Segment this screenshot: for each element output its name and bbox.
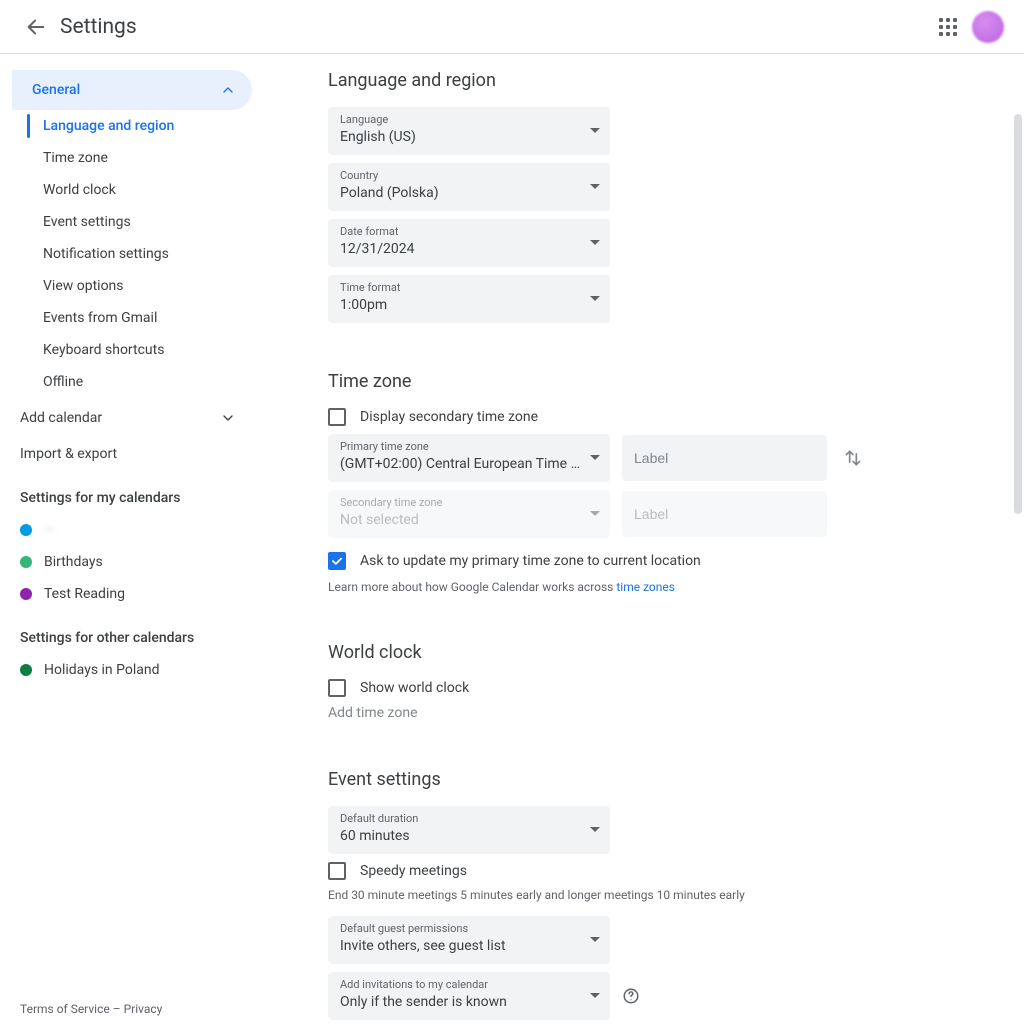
invitations-help-button[interactable] [622,987,640,1005]
event-settings-title: Event settings [328,769,984,790]
country-select[interactable]: Country Poland (Polska) [328,163,610,211]
ask-update-tz-label: Ask to update my primary time zone to cu… [360,553,701,569]
speedy-meetings-desc: End 30 minute meetings 5 minutes early a… [328,888,984,902]
chevron-up-icon [220,82,236,98]
checkbox-icon [328,862,346,880]
back-button[interactable] [16,7,56,47]
nav-world-clock[interactable]: World clock [3,174,264,206]
apps-launcher-button[interactable] [928,7,968,47]
guest-permissions-select[interactable]: Default guest permissions Invite others,… [328,916,610,964]
arrow-left-icon [25,16,47,38]
caret-down-icon [590,128,600,134]
speedy-meetings-label: Speedy meetings [360,863,467,879]
header-bar: Settings [0,0,1024,54]
add-calendar-toggle[interactable]: Add calendar [0,398,264,438]
settings-sidebar: General Language and region Time zone Wo… [0,54,264,1024]
calendar-dot-icon [20,556,32,568]
general-section-toggle[interactable]: General [12,70,252,110]
add-world-clock-tz: Add time zone [328,705,984,721]
calendar-item-birthdays[interactable]: Birthdays [0,546,264,578]
terms-link[interactable]: Terms of Service [20,1002,110,1016]
calendar-dot-icon [20,588,32,600]
calendar-name: Test Reading [44,586,125,602]
import-export-link[interactable]: Import & export [0,438,264,470]
nav-keyboard-shortcuts[interactable]: Keyboard shortcuts [3,334,264,366]
calendar-name: — [44,522,55,538]
tz-help-link[interactable]: time zones [616,580,675,594]
calendar-dot-icon [20,524,32,536]
caret-down-icon [590,937,600,943]
show-world-clock-label: Show world clock [360,680,469,696]
nav-language-region[interactable]: Language and region [3,110,264,142]
nav-view-options[interactable]: View options [3,270,264,302]
world-clock-title: World clock [328,642,984,663]
general-label: General [32,82,80,98]
secondary-tz-select: Secondary time zone Not selected [328,490,610,538]
checkbox-icon [328,552,346,570]
secondary-tz-label: Display secondary time zone [360,409,538,425]
checkbox-icon [328,408,346,426]
primary-tz-select[interactable]: Primary time zone (GMT+02:00) Central Eu… [328,434,610,482]
nav-time-zone[interactable]: Time zone [3,142,264,174]
time-format-select[interactable]: Time format 1:00pm [328,275,610,323]
ask-update-tz-checkbox-row[interactable]: Ask to update my primary time zone to cu… [328,552,984,570]
add-invitations-select[interactable]: Add invitations to my calendar Only if t… [328,972,610,1020]
section-language-region: Language and region Language English (US… [328,70,984,323]
caret-down-icon [590,455,600,461]
language-select[interactable]: Language English (US) [328,107,610,155]
section-world-clock: World clock Show world clock Add time zo… [328,642,984,721]
caret-down-icon [590,511,600,517]
date-format-select[interactable]: Date format 12/31/2024 [328,219,610,267]
calendar-item-holidays[interactable]: Holidays in Poland [0,654,264,686]
nav-notification-settings[interactable]: Notification settings [3,238,264,270]
section-event-settings: Event settings Default duration 60 minut… [328,769,984,1024]
show-world-clock-checkbox-row[interactable]: Show world clock [328,679,984,697]
footer-legal: Terms of Service – Privacy [20,1002,162,1016]
general-subnav: Language and region Time zone World cloc… [0,110,264,398]
settings-content: Language and region Language English (US… [264,54,1024,1024]
swap-vertical-icon [843,448,863,468]
apps-grid-icon [939,18,957,36]
other-calendars-header: Settings for other calendars [0,610,264,654]
nav-event-settings[interactable]: Event settings [3,206,264,238]
caret-down-icon [590,184,600,190]
secondary-tz-checkbox-row[interactable]: Display secondary time zone [328,408,984,426]
nav-offline[interactable]: Offline [3,366,264,398]
calendar-dot-icon [20,664,32,676]
page-title: Settings [60,15,137,39]
add-calendar-label: Add calendar [20,410,102,426]
time-zone-title: Time zone [328,371,984,392]
secondary-tz-label-input [622,491,827,537]
scrollbar-thumb[interactable] [1014,114,1022,514]
calendar-name: Holidays in Poland [44,662,160,678]
tz-help-text: Learn more about how Google Calendar wor… [328,580,984,594]
account-avatar[interactable] [968,7,1008,47]
caret-down-icon [590,993,600,999]
privacy-link[interactable]: Privacy [124,1002,163,1016]
checkbox-icon [328,679,346,697]
calendar-name: Birthdays [44,554,103,570]
chevron-down-icon [220,410,236,426]
nav-events-from-gmail[interactable]: Events from Gmail [3,302,264,334]
calendar-item-test-reading[interactable]: Test Reading [0,578,264,610]
caret-down-icon [590,827,600,833]
avatar-icon [972,11,1004,43]
language-region-title: Language and region [328,70,984,91]
primary-tz-label-input[interactable] [622,435,827,481]
default-duration-select[interactable]: Default duration 60 minutes [328,806,610,854]
speedy-meetings-checkbox-row[interactable]: Speedy meetings [328,862,984,880]
section-time-zone: Time zone Display secondary time zone Pr… [328,371,984,594]
my-calendars-header: Settings for my calendars [0,470,264,514]
swap-tz-button [839,448,867,468]
caret-down-icon [590,240,600,246]
caret-down-icon [590,296,600,302]
calendar-item-primary[interactable]: — [0,514,264,546]
help-circle-icon [622,987,640,1005]
